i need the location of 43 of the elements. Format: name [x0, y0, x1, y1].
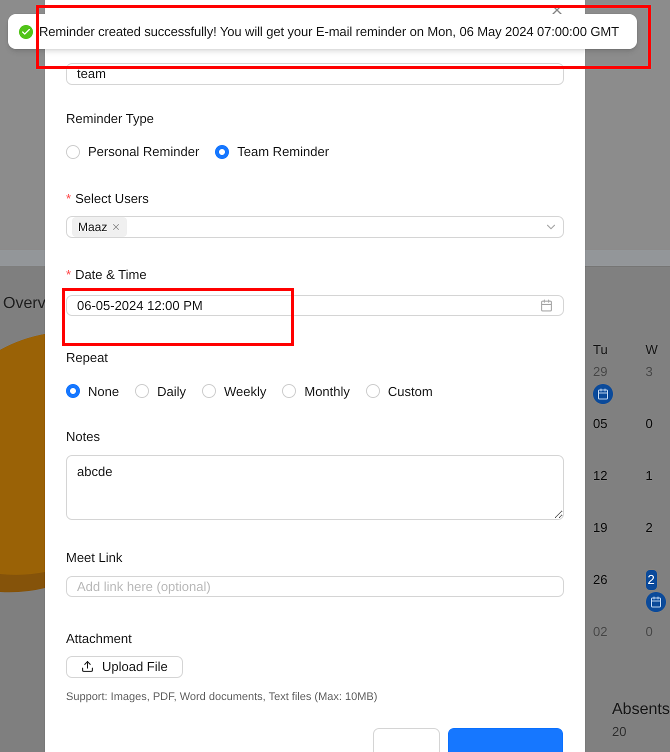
stat-value: 20 [612, 723, 628, 741]
radio-option[interactable]: None [66, 382, 120, 401]
section-title: Overv [2, 294, 45, 314]
calendar-icon [540, 298, 553, 312]
calendar-day[interactable]: 12 [593, 466, 608, 486]
date-time-field[interactable]: 06-05-2024 12:00 PM [66, 294, 564, 316]
toast-message: Reminder created successfully! You will get your E-mail reminder on Mon, 06 May 2024 07:00:00 GMT [39, 22, 619, 41]
upload-button[interactable]: Upload File [66, 656, 183, 678]
title-field[interactable]: team [66, 63, 564, 84]
field-label: Date & Time [75, 266, 147, 284]
radio-option[interactable]: Daily [135, 382, 186, 401]
calendar-day[interactable]: 2 [646, 570, 657, 590]
radio-option[interactable]: Custom [366, 382, 433, 401]
field-label: Select Users [75, 190, 149, 208]
calendar-day[interactable]: 19 [593, 518, 608, 538]
field-label: Reminder Type [66, 110, 154, 128]
calendar-day[interactable]: 1 [646, 466, 653, 486]
calendar-day[interactable]: 0 [646, 414, 653, 434]
weekday-header: W [646, 341, 659, 359]
calendar-event-icon[interactable] [593, 384, 613, 404]
calendar-day[interactable]: 05 [593, 414, 608, 434]
stat-label: Absents [612, 700, 670, 720]
field-label: Repeat [66, 349, 108, 367]
weekday-header: Tu [593, 341, 609, 359]
radio-option[interactable]: Team Reminder [215, 142, 330, 162]
radio-option[interactable]: Monthly [282, 382, 350, 401]
radio-option[interactable]: Personal Reminder [66, 142, 200, 162]
notes-field[interactable]: abcde [66, 454, 564, 520]
field-label: Meet Link [66, 549, 122, 568]
upload-icon [81, 660, 94, 674]
field-label: Notes [66, 428, 100, 446]
users-select[interactable]: Maaz [66, 216, 564, 238]
required-mark: * [66, 190, 72, 208]
required-mark: * [66, 266, 72, 284]
user-tag[interactable]: Maaz [72, 217, 128, 237]
calendar-day[interactable]: 26 [593, 570, 608, 590]
radio-option[interactable]: Weekly [202, 382, 266, 401]
calendar-day[interactable]: 2 [646, 518, 653, 538]
field-label: Attachment [66, 630, 132, 648]
attachment-hint: Support: Images, PDF, Word documents, Text files (Max: 10MB) [66, 690, 378, 704]
remove-icon[interactable] [111, 222, 122, 232]
meet-link-field[interactable]: Add link here (optional) [66, 576, 564, 596]
calendar-event-icon[interactable] [646, 592, 666, 612]
